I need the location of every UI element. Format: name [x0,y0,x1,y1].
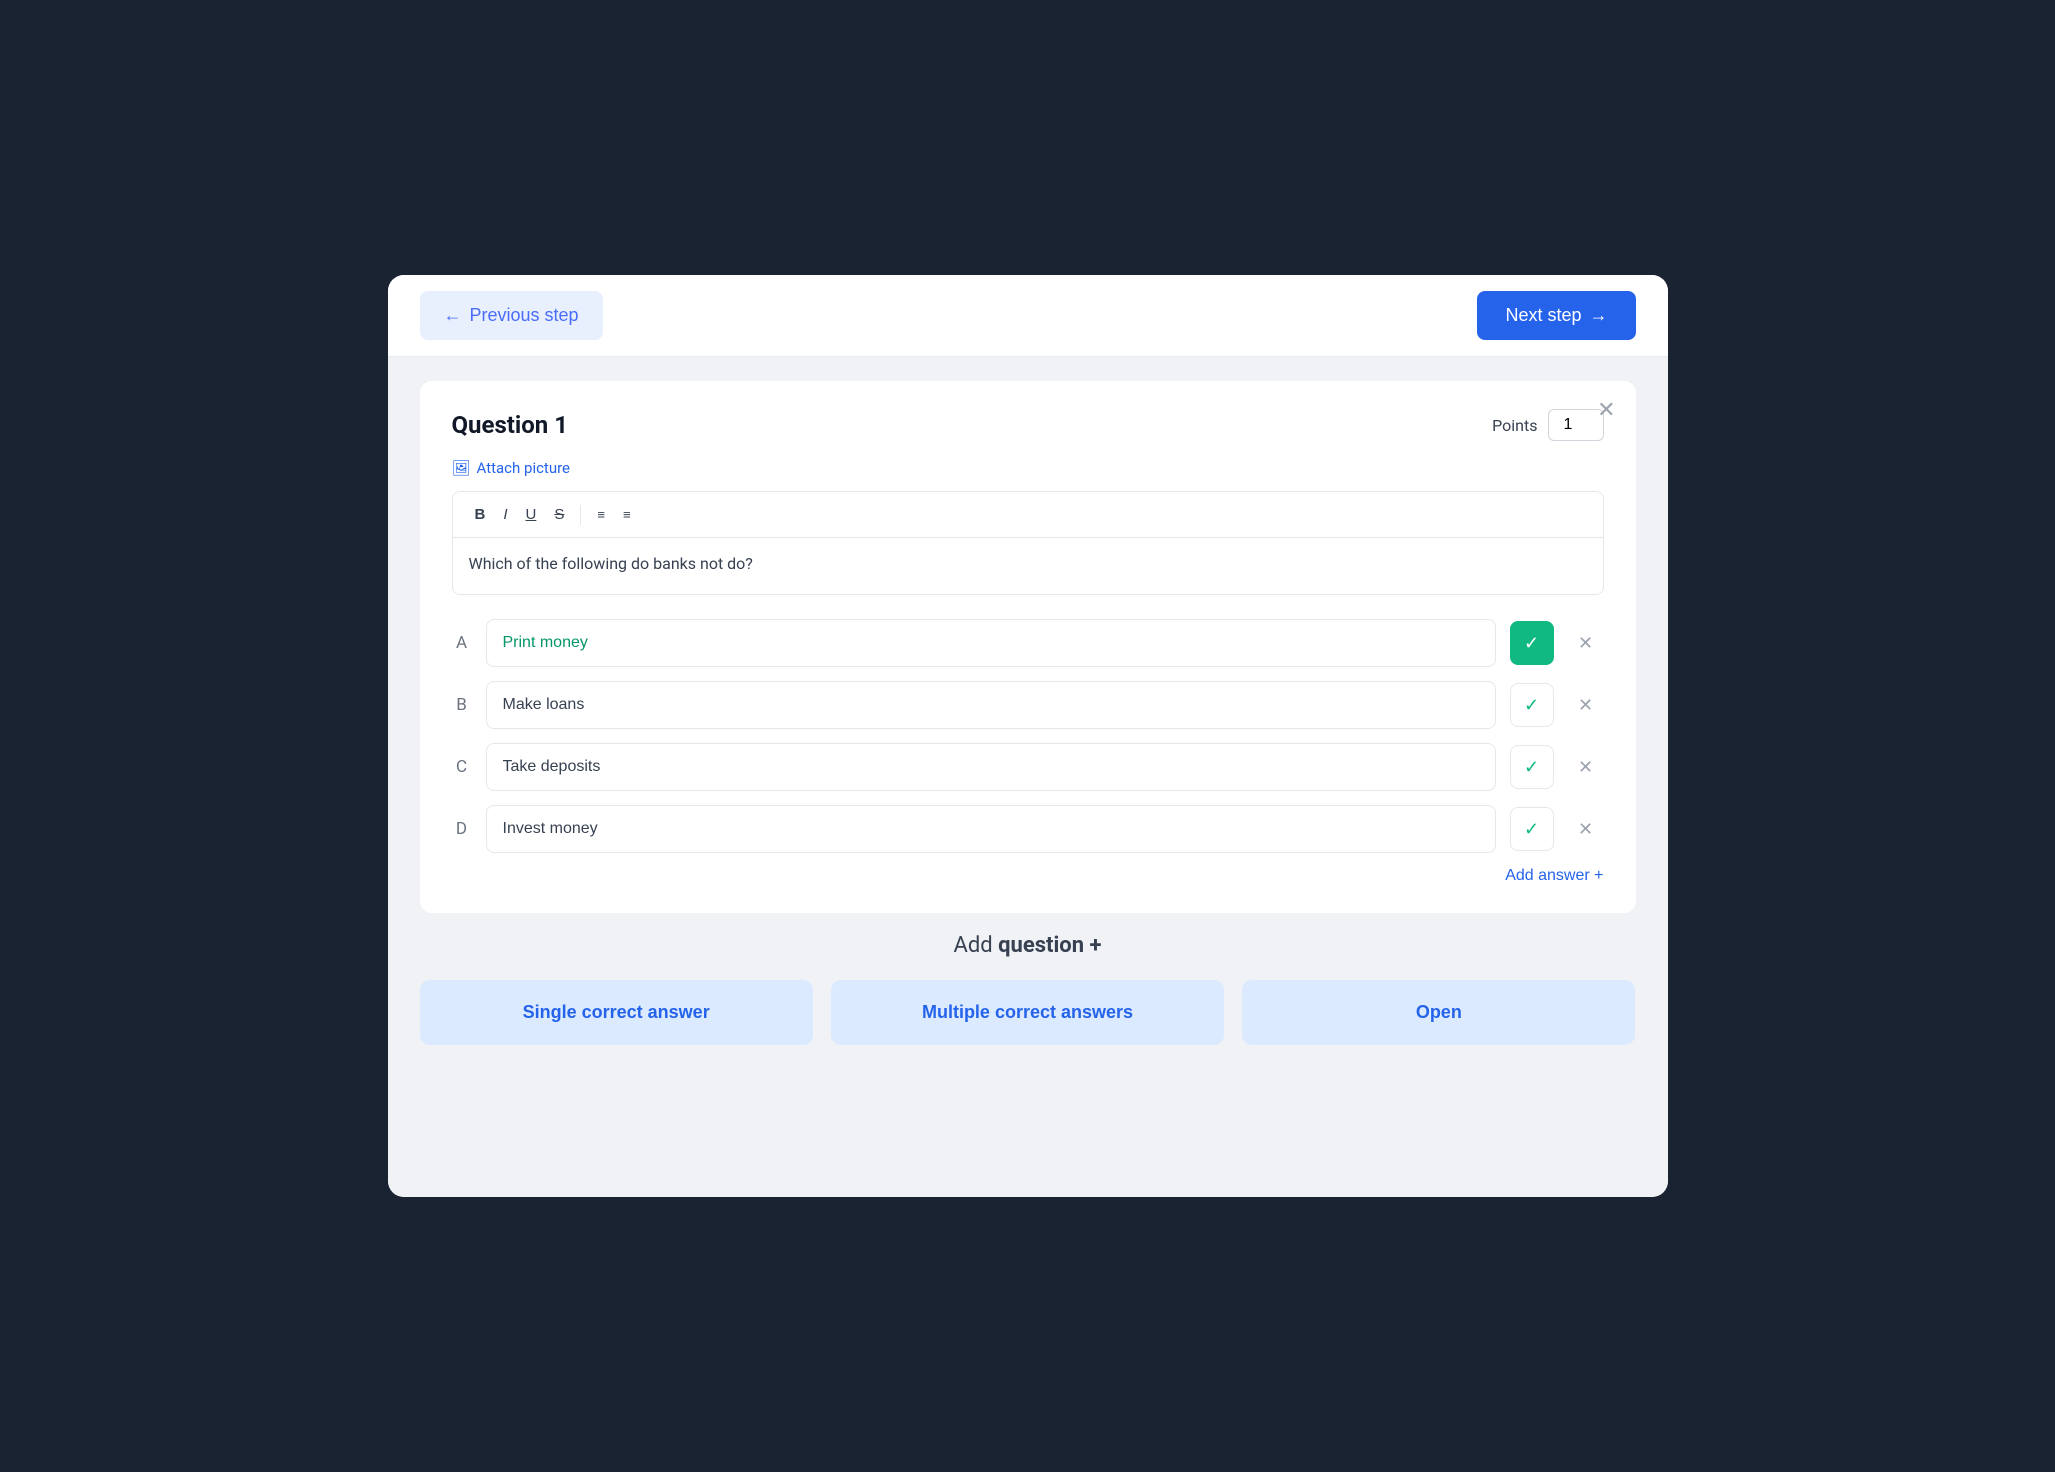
answer-input-c[interactable] [486,743,1496,791]
delete-answer-a[interactable]: ✕ [1568,625,1604,661]
arrow-right-icon: → [1590,305,1608,326]
points-container: Points [1492,409,1603,441]
add-question-title: Add question + [420,933,1636,958]
answer-row-a: A ✓ ✕ [452,619,1604,667]
unordered-list-button[interactable]: ≡ [615,502,639,527]
points-input[interactable] [1548,409,1604,441]
answer-row-c: C ✓ ✕ [452,743,1604,791]
answer-input-b[interactable] [486,681,1496,729]
multiple-correct-answers-button[interactable]: Multiple correct answers [831,980,1224,1045]
answer-row-d: D ✓ ✕ [452,805,1604,853]
editor-toolbar: B I U S ≡ ≡ [453,492,1603,538]
add-question-section: Add question + Single correct answer Mul… [420,933,1636,1045]
answer-letter-d: D [452,819,472,839]
ordered-list-button[interactable]: ≡ [589,502,613,527]
answer-input-a[interactable] [486,619,1496,667]
open-button[interactable]: Open [1242,980,1635,1045]
answer-row-b: B ✓ ✕ [452,681,1604,729]
add-answer-row: Add answer + [452,867,1604,885]
single-correct-answer-button[interactable]: Single correct answer [420,980,813,1045]
question-text: Which of the following do banks not do? [469,554,753,573]
previous-step-button[interactable]: ← Previous step [420,291,603,340]
answer-letter-c: C [452,757,472,777]
next-step-label: Next step [1505,305,1581,326]
question-header: Question 1 Points [452,409,1604,441]
underline-button[interactable]: U [518,502,545,527]
question-text-area[interactable]: Which of the following do banks not do? [453,538,1603,594]
answer-letter-a: A [452,633,472,653]
toolbar-divider [580,505,581,525]
attach-picture-label: Attach picture [477,459,570,477]
next-step-button[interactable]: Next step → [1477,291,1635,340]
correct-toggle-d[interactable]: ✓ [1510,807,1554,851]
strikethrough-button[interactable]: S [546,502,572,527]
delete-answer-c[interactable]: ✕ [1568,749,1604,785]
answer-letter-b: B [452,695,472,715]
question-card: ✕ Question 1 Points 🖼 Attach picture B I… [420,381,1636,913]
answers-list: A ✓ ✕ B ✓ ✕ C [452,619,1604,853]
italic-button[interactable]: I [495,502,515,527]
main-content: ✕ Question 1 Points 🖼 Attach picture B I… [388,357,1668,1197]
question-type-buttons: Single correct answer Multiple correct a… [420,980,1636,1045]
answer-input-d[interactable] [486,805,1496,853]
image-icon: 🖼 [452,459,471,477]
arrow-left-icon: ← [444,305,462,326]
answer-input-wrap-a [486,619,1496,667]
attach-picture-button[interactable]: 🖼 Attach picture [452,459,1604,477]
correct-toggle-a[interactable]: ✓ [1510,621,1554,665]
correct-toggle-c[interactable]: ✓ [1510,745,1554,789]
question-title: Question 1 [452,411,568,439]
top-bar: ← Previous step Next step → [388,275,1668,357]
text-editor: B I U S ≡ ≡ Which of the following do ba… [452,491,1604,595]
add-answer-button[interactable]: Add answer + [1505,867,1603,885]
add-answer-label: Add answer + [1505,867,1603,885]
answer-input-wrap-b [486,681,1496,729]
bold-button[interactable]: B [467,502,494,527]
correct-toggle-b[interactable]: ✓ [1510,683,1554,727]
main-window: ← Previous step Next step → ✕ Question 1… [388,275,1668,1197]
answer-input-wrap-c [486,743,1496,791]
answer-input-wrap-d [486,805,1496,853]
delete-answer-d[interactable]: ✕ [1568,811,1604,847]
previous-step-label: Previous step [470,305,579,326]
delete-answer-b[interactable]: ✕ [1568,687,1604,723]
points-label: Points [1492,416,1537,435]
close-button[interactable]: ✕ [1597,397,1615,423]
